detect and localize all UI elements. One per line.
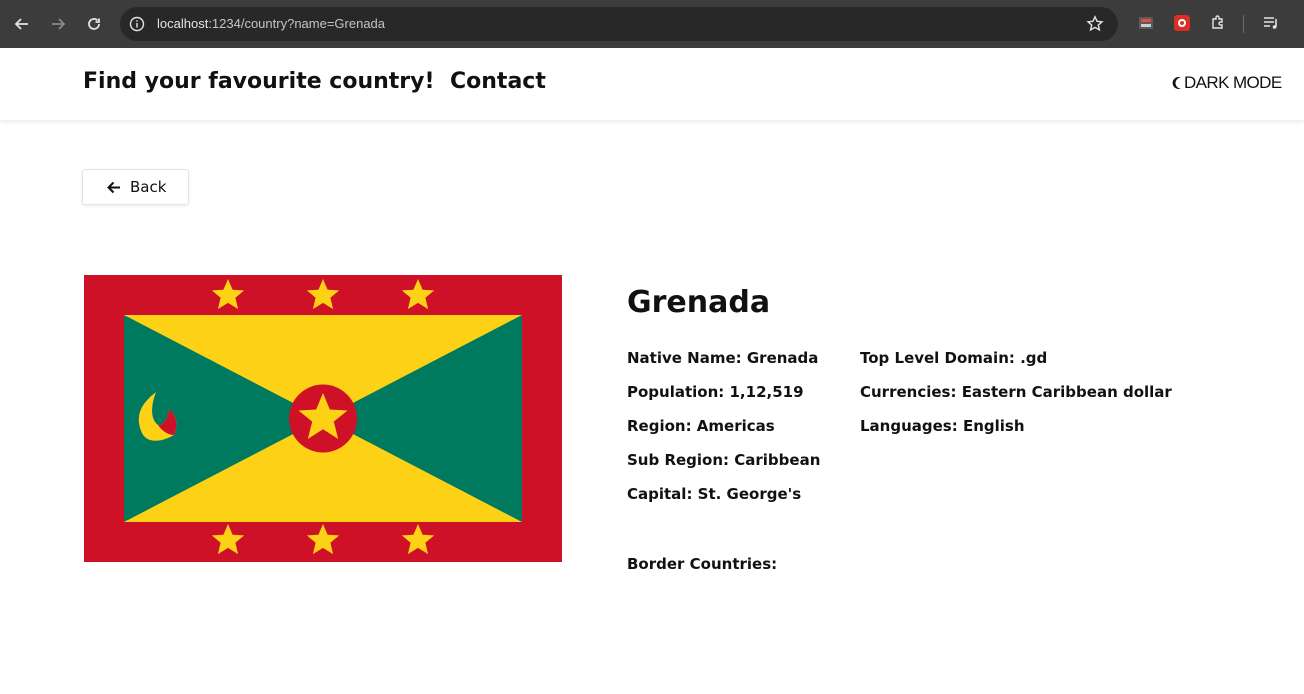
top-level-domain: Top Level Domain: .gd [860, 349, 1048, 367]
back-button-label: Back [130, 178, 167, 196]
brand-title[interactable]: Find your favourite country! [83, 69, 435, 94]
url-text[interactable]: localhost:1234/country?name=Grenada [157, 15, 385, 33]
border-countries-label: Border Countries: [627, 555, 778, 573]
native-name: Native Name: Grenada [627, 349, 819, 367]
arrow-left-icon [107, 181, 120, 194]
media-queue-icon[interactable] [1262, 14, 1280, 32]
region: Region: Americas [627, 417, 775, 435]
forward-arrow-icon[interactable] [46, 12, 70, 36]
toolbar-divider [1243, 15, 1244, 33]
address-bar[interactable]: localhost:1234/country?name=Grenada [120, 7, 1118, 41]
back-button[interactable]: Back [82, 169, 189, 205]
extension-icon[interactable] [1173, 14, 1191, 32]
browser-toolbar: localhost:1234/country?name=Grenada [0, 0, 1304, 48]
site-info-icon[interactable] [129, 16, 145, 32]
url-host: localhost [157, 16, 209, 31]
extension-icon[interactable] [1137, 14, 1155, 32]
dark-mode-label: DARK MODE [1184, 73, 1282, 92]
currencies: Currencies: Eastern Caribbean dollar [860, 383, 1172, 401]
dark-mode-toggle[interactable]: DARK MODE [1172, 73, 1282, 93]
country-name: Grenada [627, 285, 771, 320]
sub-region: Sub Region: Caribbean [627, 451, 821, 469]
puzzle-icon[interactable] [1209, 14, 1227, 32]
bookmark-star-icon[interactable] [1086, 15, 1104, 33]
back-arrow-icon[interactable] [10, 12, 34, 36]
moon-icon [1172, 77, 1181, 89]
contact-link[interactable]: Contact [450, 69, 546, 94]
capital: Capital: St. George's [627, 485, 802, 503]
reload-icon[interactable] [82, 12, 106, 36]
languages: Languages: English [860, 417, 1025, 435]
country-flag [84, 275, 562, 562]
app-header: Find your favourite country! Contact DAR… [0, 48, 1304, 120]
url-path: :1234/country?name=Grenada [208, 16, 386, 31]
population: Population: 1,12,519 [627, 383, 804, 401]
